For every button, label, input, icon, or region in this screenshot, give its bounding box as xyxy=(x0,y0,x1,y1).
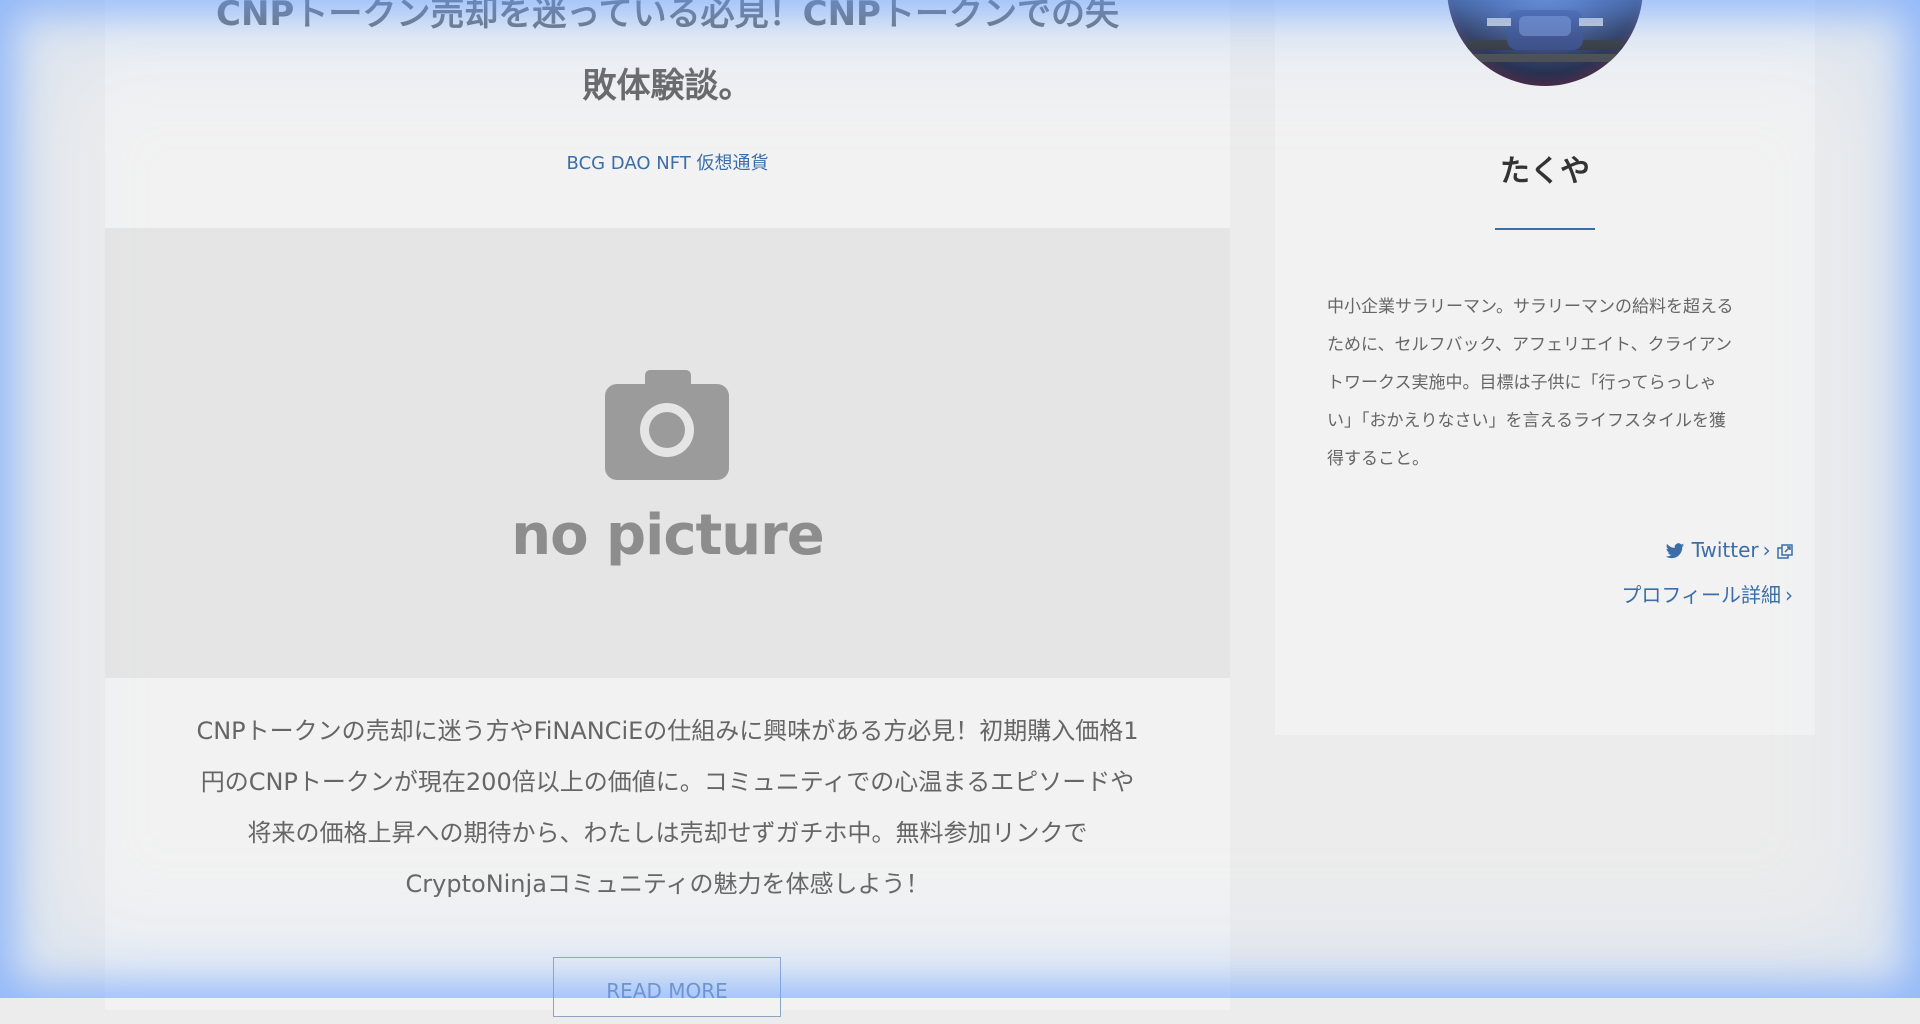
author-bio: 中小企業サラリーマン。サラリーマンの給料を超える ために、セルフバック、アフェリ… xyxy=(1327,288,1767,478)
bio-line: 中小企業サラリーマン。サラリーマンの給料を超える xyxy=(1327,297,1734,317)
author-name: たくや xyxy=(1500,154,1590,189)
bio-line: ために、セルフバック、アフェリエイト、クライアン xyxy=(1327,335,1732,355)
no-picture-text: no picture xyxy=(511,503,825,568)
excerpt-line: CNPトークンの売却に迷う方やFiNANCiEの仕組みに興味がある方必見！初期購… xyxy=(196,717,1139,745)
chevron-right-icon: › xyxy=(1762,538,1771,562)
article-excerpt: CNPトークンの売却に迷う方やFiNANCiEの仕組みに興味がある方必見！初期購… xyxy=(155,706,1180,910)
profile-detail-label[interactable]: プロフィール詳細 xyxy=(1621,583,1781,607)
divider xyxy=(1495,228,1595,230)
read-more-button[interactable]: READ MORE xyxy=(553,957,781,1017)
bio-line: 得すること。 xyxy=(1327,449,1429,469)
profile-detail-link[interactable]: プロフィール詳細 › xyxy=(1621,579,1793,608)
article-title-line2[interactable]: 敗体験談。 xyxy=(583,66,753,106)
camera-icon xyxy=(605,370,729,480)
article-thumbnail[interactable]: no picture xyxy=(105,228,1230,678)
chevron-right-icon: › xyxy=(1785,583,1793,607)
excerpt-line: CryptoNinjaコミュニティの魅力を体感しよう！ xyxy=(405,870,930,898)
article-card: CNPトークン売却を迷っている必見！CNPトークンでの失 敗体験談。 BCG D… xyxy=(105,0,1230,1017)
bio-line: い」「おかえりなさい」を言えるライフスタイルを獲 xyxy=(1327,411,1726,431)
profile-widget: たくや 中小企業サラリーマン。サラリーマンの給料を超える ために、セルフバック、… xyxy=(1275,0,1815,735)
twitter-bird-icon xyxy=(1666,543,1685,559)
twitter-label[interactable]: Twitter xyxy=(1692,538,1759,562)
excerpt-line: 将来の価格上昇への期待から、わたしは売却せずガチホ中。無料参加リンクで xyxy=(247,819,1088,847)
avatar xyxy=(1447,0,1643,86)
article-title[interactable]: CNPトークン売却を迷っている必見！CNPトークンでの失 敗体験談。 xyxy=(105,0,1230,122)
article-title-line1[interactable]: CNPトークン売却を迷っている必見！CNPトークンでの失 xyxy=(216,0,1119,34)
twitter-link[interactable]: Twitter › xyxy=(1665,538,1793,562)
ninja-avatar-icon xyxy=(1467,10,1623,62)
bio-line: トワークス実施中。目標は子供に「行ってらっしゃ xyxy=(1327,373,1717,393)
excerpt-line: 円のCNPトークンが現在200倍以上の価値に。コミュニティでの心温まるエピソード… xyxy=(200,768,1135,796)
article-tags[interactable]: BCG DAO NFT 仮想通貨 xyxy=(105,149,1230,175)
external-link-icon xyxy=(1777,543,1793,559)
